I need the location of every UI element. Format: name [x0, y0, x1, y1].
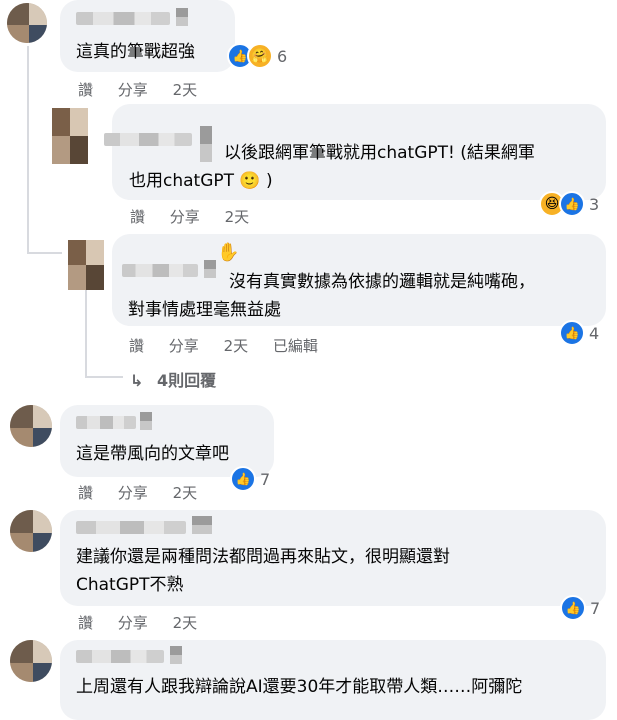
timestamp[interactable]: 2天 — [173, 482, 198, 503]
commenter-badge-blurred — [192, 516, 212, 534]
timestamp[interactable]: 2天 — [173, 79, 198, 100]
view-replies-label: 4則回覆 — [156, 371, 217, 390]
avatar[interactable] — [68, 240, 104, 290]
comment-text: ChatGPT不熟 — [76, 575, 184, 595]
commenter-name-blurred[interactable] — [76, 650, 164, 663]
like-button[interactable]: 讚 — [78, 482, 93, 503]
reaction-summary[interactable]: 👍 🤗 6 — [227, 43, 287, 69]
reaction-count: 4 — [589, 323, 600, 343]
avatar[interactable] — [10, 405, 52, 447]
commenter-badge-blurred — [176, 8, 188, 26]
share-button[interactable]: 分享 — [118, 482, 148, 503]
comment-actions: 讚 分享 2天 已編輯 — [129, 335, 318, 356]
comment-text: 也用chatGPT 🙂 ) — [129, 171, 273, 191]
reply-arrow-icon: ↳ — [130, 371, 144, 390]
timestamp[interactable]: 2天 — [224, 335, 249, 356]
commenter-name-blurred[interactable] — [76, 416, 136, 429]
comment-actions: 讚 分享 2天 — [78, 612, 197, 633]
comment-actions: 讚 分享 2天 — [130, 206, 249, 227]
reaction-summary[interactable]: 👍 4 — [559, 320, 599, 346]
comment-text: 建議你還是兩種問法都問過再來貼文，很明顯還對 — [76, 547, 450, 567]
like-button[interactable]: 讚 — [129, 335, 144, 356]
thread-line — [85, 282, 87, 378]
share-button[interactable]: 分享 — [169, 335, 199, 356]
share-button[interactable]: 分享 — [118, 612, 148, 633]
commenter-badge-blurred — [200, 126, 212, 162]
reaction-count: 6 — [277, 46, 288, 66]
thread-branch — [85, 376, 123, 378]
comment-text: 對事情處理毫無益處 — [128, 300, 281, 320]
commenter-badge-blurred — [170, 646, 182, 664]
comment-text: 這是帶風向的文章吧 — [76, 444, 229, 464]
comment-text: 沒有真實數據為依據的邏輯就是純嘴砲， — [229, 272, 535, 292]
care-emoji-icon: 🤗 — [247, 43, 273, 69]
reaction-count: 7 — [260, 469, 271, 489]
share-button[interactable]: 分享 — [118, 79, 148, 100]
avatar[interactable] — [7, 3, 47, 43]
like-button[interactable]: 讚 — [78, 612, 93, 633]
share-button[interactable]: 分享 — [170, 206, 200, 227]
comment-actions: 讚 分享 2天 — [78, 79, 197, 100]
avatar[interactable] — [10, 640, 52, 682]
comment-actions: 讚 分享 2天 — [78, 482, 197, 503]
reaction-summary[interactable]: 😆 👍 3 — [539, 191, 599, 217]
comment-text: 上周還有人跟我辯論說AI還要30年才能取帶人類……阿彌陀 — [76, 677, 523, 697]
like-icon: 👍 — [560, 595, 586, 621]
comment-text: 這真的筆戰超強 — [76, 42, 195, 62]
timestamp[interactable]: 2天 — [225, 206, 250, 227]
comment-text: 以後跟網軍筆戰就用chatGPT! (結果網軍 — [224, 143, 535, 163]
commenter-badge-blurred — [204, 260, 216, 278]
avatar[interactable] — [10, 510, 52, 552]
like-button[interactable]: 讚 — [78, 79, 93, 100]
commenter-name-blurred[interactable] — [76, 12, 170, 25]
reaction-summary[interactable]: 👍 7 — [230, 466, 270, 492]
reaction-count: 7 — [590, 598, 601, 618]
like-icon: 👍 — [230, 466, 256, 492]
reaction-summary[interactable]: 👍 7 — [560, 595, 600, 621]
like-icon: 👍 — [559, 320, 585, 346]
timestamp[interactable]: 2天 — [173, 612, 198, 633]
avatar[interactable] — [52, 108, 88, 164]
commenter-name-blurred[interactable] — [122, 264, 198, 277]
view-replies-link[interactable]: ↳ 4則回覆 — [130, 367, 216, 391]
like-icon: 👍 — [559, 191, 585, 217]
like-button[interactable]: 讚 — [130, 206, 145, 227]
wave-hand-icon: ✋ — [217, 242, 240, 263]
thread-line — [27, 46, 29, 254]
commenter-name-blurred[interactable] — [76, 521, 186, 534]
commenter-badge-blurred — [140, 412, 152, 430]
thread-branch — [27, 252, 62, 254]
commenter-name-blurred[interactable] — [104, 133, 192, 146]
reaction-count: 3 — [589, 194, 600, 214]
edited-label: 已編輯 — [272, 337, 318, 355]
